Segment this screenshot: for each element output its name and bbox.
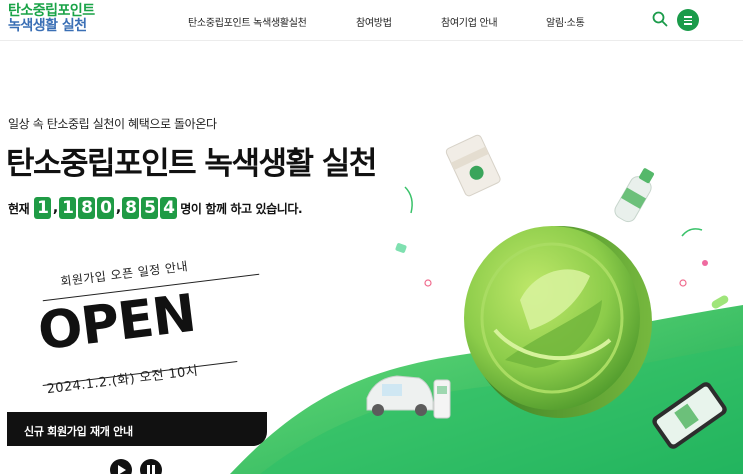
counter-digit: 1	[59, 197, 77, 219]
nav-green-life[interactable]: 탄소중립포인트 녹색생활실천	[188, 14, 307, 29]
counter-prefix: 현재	[8, 201, 30, 216]
nav-partner-companies[interactable]: 참여기업 안내	[441, 14, 498, 29]
participant-counter: 현재 1 , 1 8 0 , 8 5 4 명이 함께 하고 있습니다.	[8, 196, 303, 220]
menu-icon[interactable]	[677, 9, 699, 31]
cup-illustration	[445, 134, 501, 197]
counter-digit: 8	[122, 197, 140, 219]
open-banner-title: OPEN	[34, 283, 199, 363]
counter-digit: 5	[141, 197, 159, 219]
phone-illustration	[652, 382, 727, 449]
site-logo[interactable]: 탄소중립포인트 녹색생활 실천	[8, 4, 95, 34]
hero-subtitle: 일상 속 탄소중립 실천이 혜택으로 돌아온다	[8, 117, 217, 131]
green-hill	[230, 305, 743, 474]
nav-how-to-join[interactable]: 참여방법	[356, 14, 392, 29]
counter-digit: 8	[78, 197, 96, 219]
open-banner-date: 2024.1.2.(화) 오전 10시	[45, 363, 200, 398]
coin-illustration	[464, 226, 652, 418]
open-banner[interactable]: 회원가입 오픈 일정 안내 OPEN 2024.1.2.(화) 오전 10시	[30, 255, 270, 405]
hero-title: 탄소중립포인트 녹색생활 실천	[6, 146, 377, 182]
play-button[interactable]	[110, 459, 132, 474]
counter-digit: 1	[34, 197, 52, 219]
bottle-illustration	[614, 168, 654, 223]
counter-suffix: 명이 함께 하고 있습니다.	[180, 201, 303, 216]
counter-separator: ,	[52, 200, 58, 216]
signup-notice-button[interactable]: 신규 회원가입 재개 안내	[7, 412, 267, 446]
counter-digit: 4	[160, 197, 178, 219]
search-icon[interactable]	[652, 11, 668, 27]
logo-line-1: 탄소중립포인트	[8, 3, 95, 19]
logo-line-2: 녹색생활 실천	[8, 18, 87, 34]
top-header: 탄소중립포인트 녹색생활 실천 탄소중립포인트 녹색생활실천 참여방법 참여기업…	[0, 0, 743, 41]
nav-notice-communication[interactable]: 알림·소통	[546, 14, 585, 29]
car-illustration	[366, 375, 451, 419]
counter-separator: ,	[115, 200, 121, 216]
pause-icon	[147, 465, 155, 474]
play-icon	[118, 465, 126, 474]
counter-digit: 0	[97, 197, 115, 219]
pause-button[interactable]	[140, 459, 162, 474]
